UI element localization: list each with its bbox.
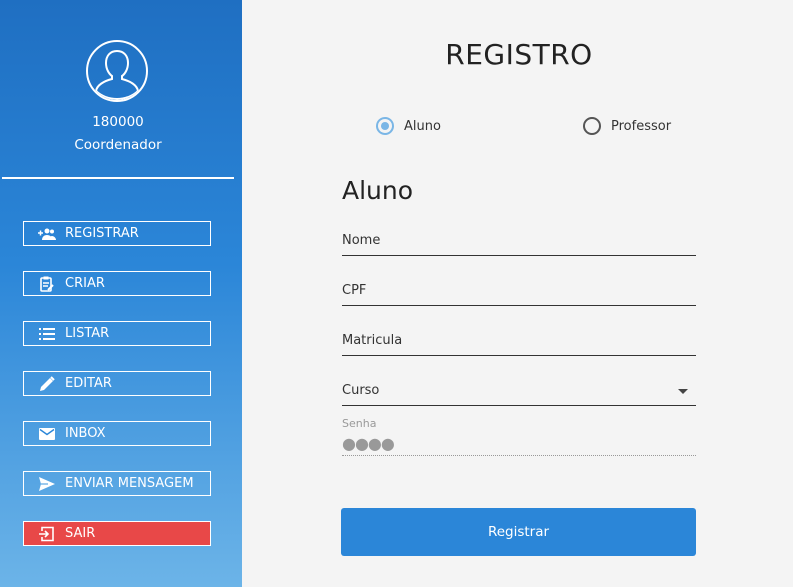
- radio-professor[interactable]: Professor: [583, 117, 671, 135]
- register-label: REGISTRAR: [65, 226, 139, 241]
- clipboard-edit-icon: [38, 275, 56, 293]
- nome-field[interactable]: Nome: [342, 233, 696, 256]
- radio-checked-icon: [376, 117, 394, 135]
- nome-label: Nome: [342, 233, 381, 248]
- matricula-label: Matricula: [342, 333, 403, 348]
- create-label: CRIAR: [65, 276, 105, 291]
- matricula-field[interactable]: Matricula: [342, 333, 696, 356]
- logout-label: SAIR: [65, 526, 96, 541]
- dropdown-caret-icon: [678, 389, 688, 394]
- edit-label: EDITAR: [65, 376, 112, 391]
- curso-select[interactable]: Curso: [342, 383, 696, 406]
- page-title: REGISTRO: [445, 38, 593, 71]
- send-message-button[interactable]: ENVIAR MENSAGEM: [23, 471, 211, 496]
- senha-field[interactable]: ●●●●: [342, 434, 696, 456]
- register-submit-button[interactable]: Registrar: [341, 508, 696, 556]
- senha-value: ●●●●: [342, 434, 395, 453]
- inbox-button[interactable]: INBOX: [23, 421, 211, 446]
- user-id: 180000: [92, 114, 144, 130]
- create-button[interactable]: CRIAR: [23, 271, 211, 296]
- sidebar: 180000 Coordenador REGISTRAR CRIAR LISTA…: [0, 0, 242, 587]
- exit-icon: [38, 525, 56, 543]
- logout-button[interactable]: SAIR: [23, 521, 211, 546]
- register-button[interactable]: REGISTRAR: [23, 221, 211, 246]
- edit-button[interactable]: EDITAR: [23, 371, 211, 396]
- cpf-label: CPF: [342, 283, 367, 298]
- inbox-label: INBOX: [65, 426, 106, 441]
- register-submit-label: Registrar: [487, 524, 550, 540]
- pencil-icon: [38, 375, 56, 393]
- list-label: LISTAR: [65, 326, 110, 341]
- add-group-icon: [38, 225, 56, 243]
- send-message-label: ENVIAR MENSAGEM: [65, 476, 194, 491]
- curso-label: Curso: [342, 383, 380, 398]
- senha-label: Senha: [342, 417, 377, 430]
- avatar-user-icon: [86, 40, 148, 102]
- mail-icon: [38, 425, 56, 443]
- radio-professor-label: Professor: [611, 118, 672, 134]
- radio-unchecked-icon: [583, 117, 601, 135]
- list-icon: [38, 325, 56, 343]
- radio-aluno[interactable]: Aluno: [376, 117, 441, 135]
- cpf-field[interactable]: CPF: [342, 283, 696, 306]
- send-icon: [38, 475, 56, 493]
- list-button[interactable]: LISTAR: [23, 321, 211, 346]
- radio-aluno-label: Aluno: [404, 118, 441, 134]
- sidebar-divider: [2, 177, 234, 179]
- section-title: Aluno: [342, 176, 414, 205]
- user-role: Coordenador: [74, 137, 162, 153]
